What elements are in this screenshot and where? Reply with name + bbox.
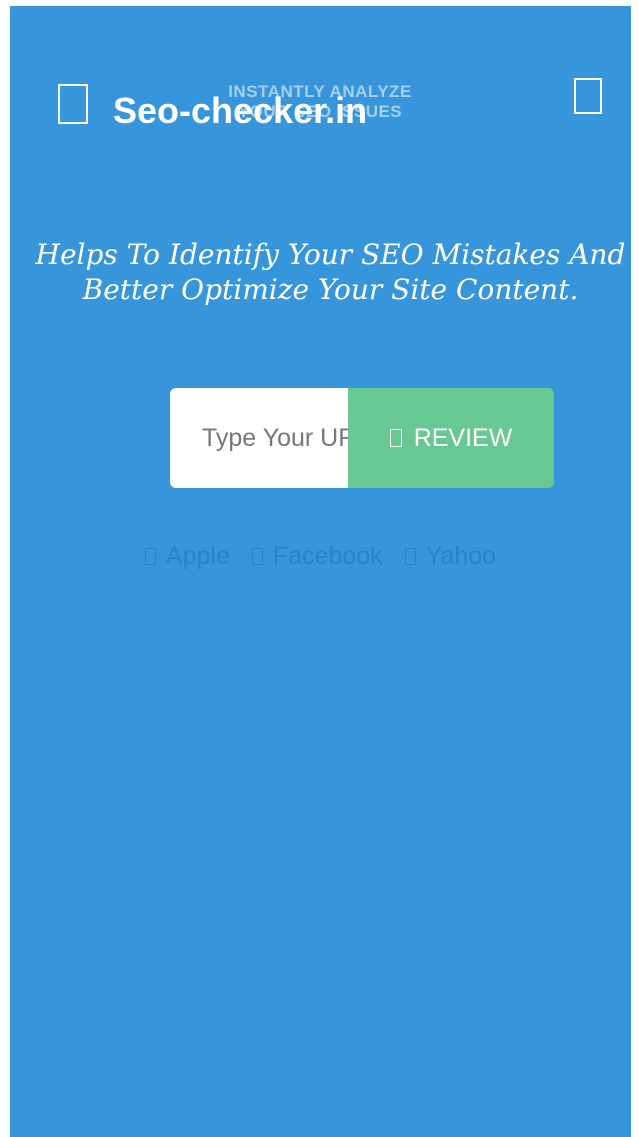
menu-icon[interactable] [58,84,88,124]
square-icon[interactable] [574,78,602,114]
example-link-apple[interactable]: Apple [144,542,230,571]
search-icon [389,429,402,447]
example-link-facebook[interactable]: Facebook [251,542,383,571]
example-label: Yahoo [425,542,497,570]
example-link-yahoo[interactable]: Yahoo [404,542,497,571]
example-label: Facebook [272,542,383,570]
example-label: Apple [165,542,230,570]
apple-icon [144,548,156,565]
example-links: Apple Facebook Yahoo [10,542,631,571]
review-button[interactable]: REVIEW [348,388,554,488]
brand-logo[interactable]: Seo-checker.in [113,89,367,133]
search-form: REVIEW [170,388,554,488]
review-label: REVIEW [413,423,513,452]
yahoo-icon [404,548,416,565]
url-input[interactable] [170,388,348,488]
hero-headline: Helps To Identify Your SEO Mistakes And … [35,238,626,306]
facebook-icon [251,548,263,565]
page-background: INSTANTLY ANALYZE YOUR SEO ISSUES Seo-ch… [10,6,631,1137]
